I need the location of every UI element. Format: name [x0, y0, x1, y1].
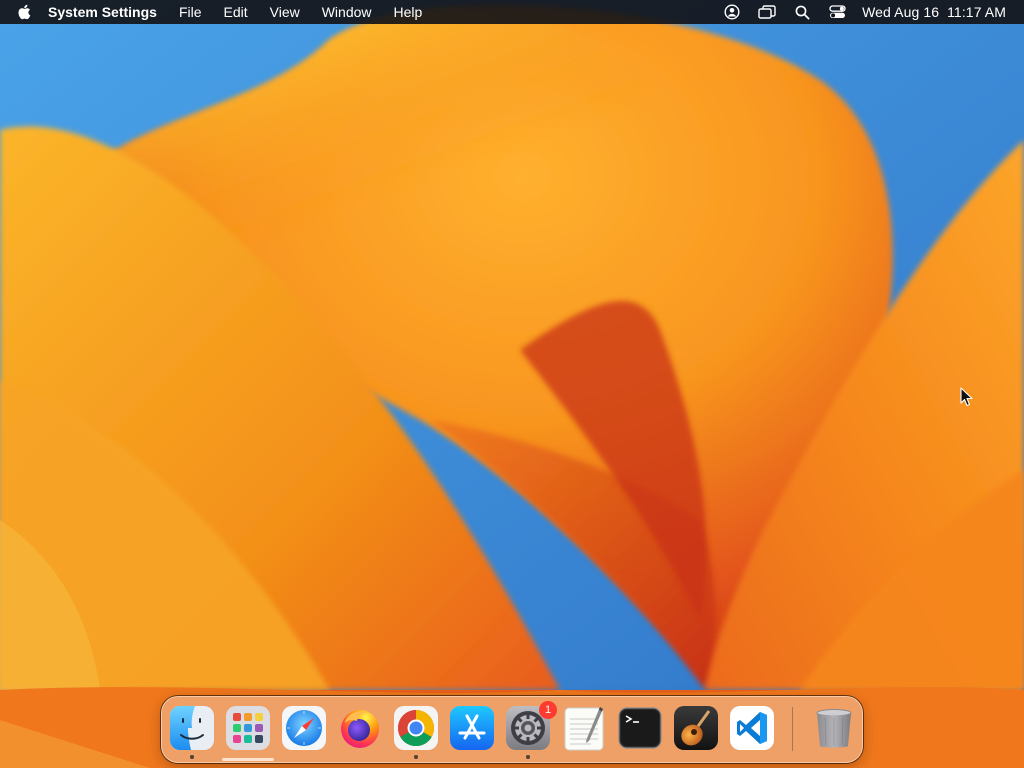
dock-item-textedit[interactable]	[561, 705, 607, 751]
running-indicator	[190, 755, 194, 759]
dock-item-firefox[interactable]	[337, 705, 383, 751]
app-store-icon	[450, 706, 494, 750]
menu-window[interactable]: Window	[322, 4, 372, 20]
menu-edit[interactable]: Edit	[224, 4, 248, 20]
terminal-icon	[618, 707, 662, 749]
dock-item-trash[interactable]	[811, 705, 857, 751]
control-center-icon[interactable]	[826, 0, 848, 24]
running-indicator	[414, 755, 418, 759]
textedit-icon	[564, 707, 604, 751]
screen-mirroring-icon[interactable]	[756, 0, 778, 24]
menu-help[interactable]: Help	[394, 4, 423, 20]
menu-file[interactable]: File	[179, 4, 202, 20]
dock-item-terminal[interactable]	[617, 705, 663, 751]
dock-separator	[792, 707, 793, 751]
desktop[interactable]: System Settings File Edit View Window He…	[0, 0, 1024, 768]
finder-icon	[170, 706, 214, 750]
dock: 1	[161, 696, 863, 763]
chrome-icon	[394, 706, 438, 750]
vscode-icon	[730, 706, 774, 750]
dock-item-app-store[interactable]	[449, 705, 495, 751]
dock-item-launchpad[interactable]	[225, 705, 271, 751]
spotlight-search-icon[interactable]	[791, 0, 813, 24]
dock-item-safari[interactable]	[281, 705, 327, 751]
garageband-icon	[674, 706, 718, 750]
mouse-cursor-icon	[960, 387, 973, 407]
apple-logo-icon[interactable]	[14, 0, 34, 24]
user-account-icon[interactable]	[721, 0, 743, 24]
firefox-icon	[341, 710, 379, 748]
dock-item-chrome[interactable]	[393, 705, 439, 759]
notification-badge: 1	[539, 701, 557, 719]
desktop-wallpaper	[0, 0, 1024, 768]
safari-icon	[282, 706, 326, 750]
active-app-name[interactable]: System Settings	[48, 4, 157, 20]
status-area: Wed Aug 16 11:17 AM	[708, 0, 1006, 24]
menu-bar-clock[interactable]: Wed Aug 16 11:17 AM	[862, 4, 1006, 20]
dock-item-finder[interactable]	[169, 705, 215, 759]
dock-item-system-settings[interactable]: 1	[505, 701, 557, 759]
dock-item-vscode[interactable]	[729, 705, 775, 751]
launchpad-icon	[226, 706, 270, 750]
running-indicator	[526, 755, 530, 759]
menu-bar: System Settings File Edit View Window He…	[0, 0, 1024, 24]
menu-view[interactable]: View	[270, 4, 300, 20]
dock-magnification-indicator	[222, 758, 274, 761]
dock-item-garageband[interactable]	[673, 705, 719, 751]
trash-icon	[816, 709, 852, 748]
